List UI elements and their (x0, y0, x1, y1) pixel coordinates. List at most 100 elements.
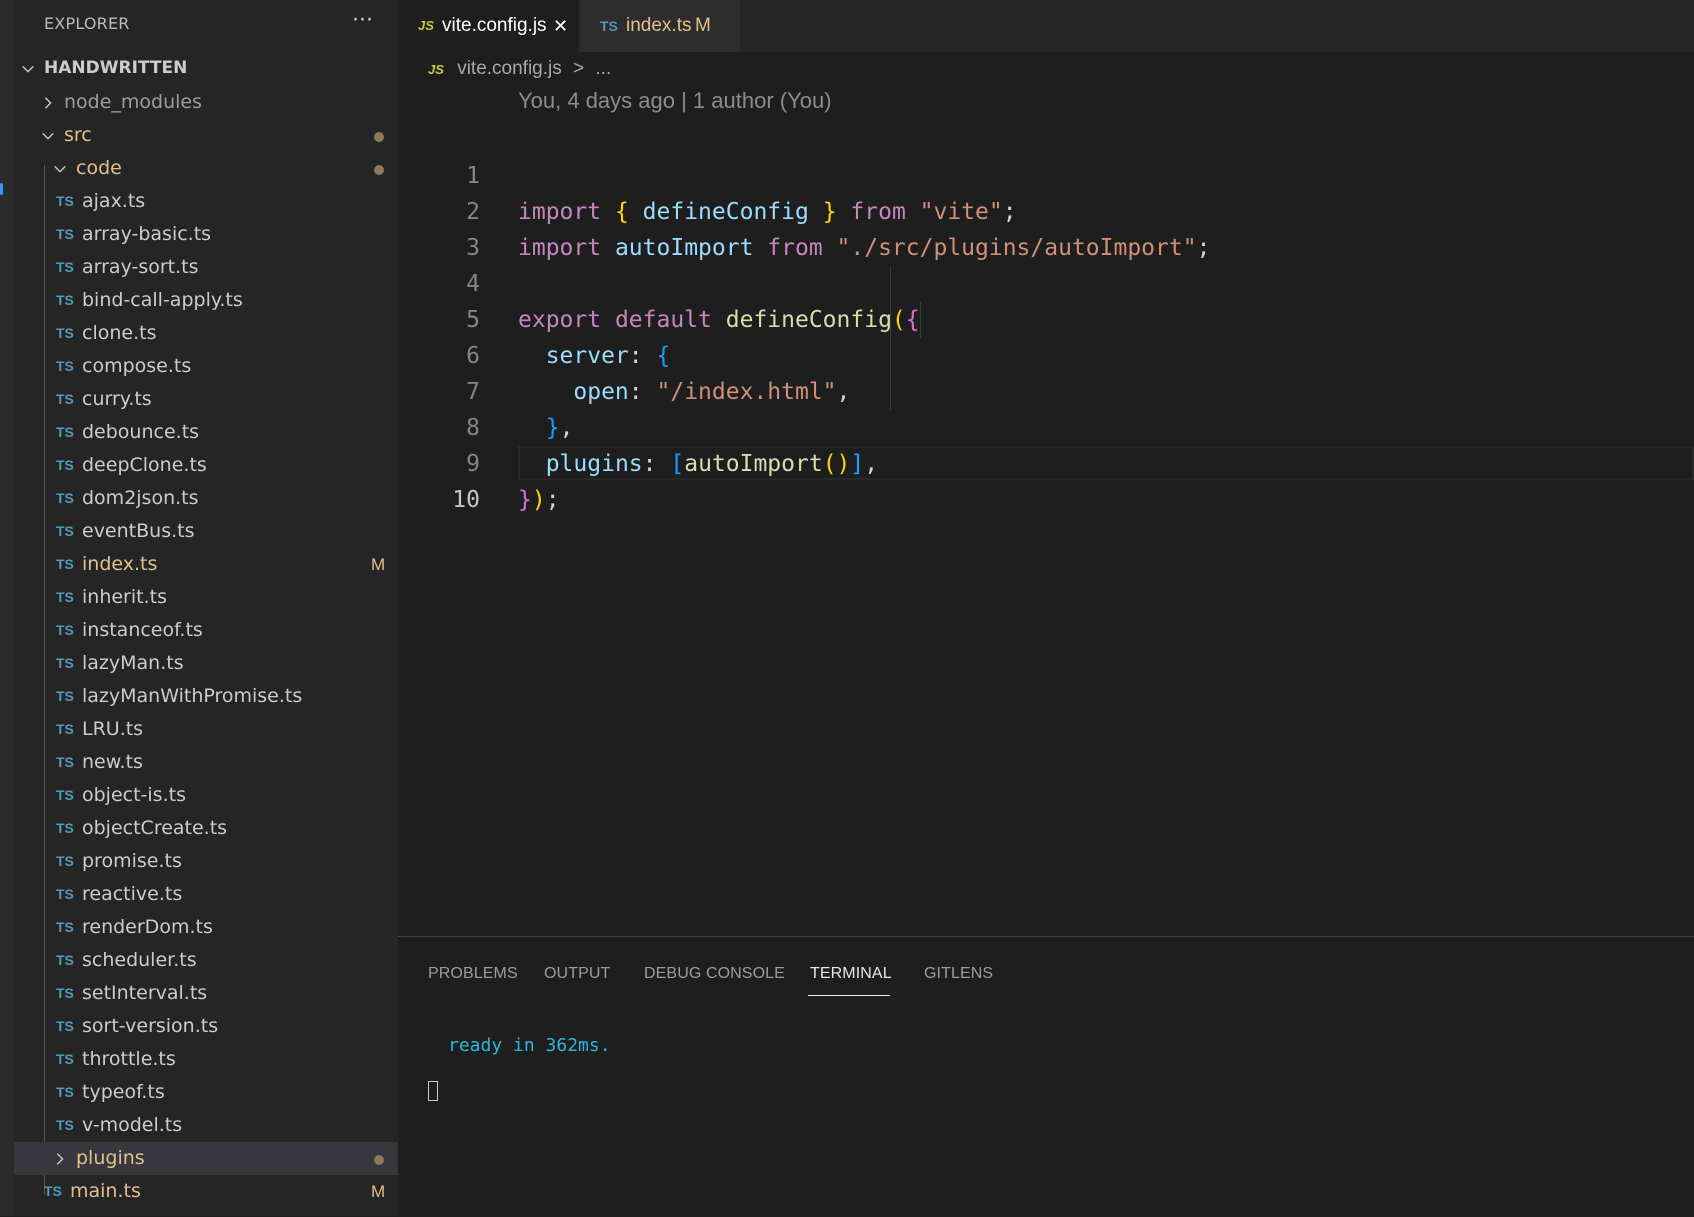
explorer-title: EXPLORER (44, 14, 130, 33)
workspace-root-label: HANDWRITTEN (44, 58, 188, 78)
breadcrumb-symbol[interactable]: ... (595, 58, 611, 79)
file-main-ts[interactable]: TS main.ts M (14, 1175, 398, 1208)
file-objectcreate-ts[interactable]: TS objectCreate.ts (14, 812, 398, 845)
tree-item-label: node_modules (64, 91, 203, 113)
file-new-ts[interactable]: TS new.ts (14, 746, 398, 779)
tab-vite-config[interactable]: JS vite.config.js ✕ (398, 0, 578, 52)
ts-file-icon: TS (56, 952, 74, 968)
tree-item-label: LRU.ts (82, 718, 144, 740)
current-line-highlight (518, 446, 1694, 480)
tab-problems[interactable]: PROBLEMS (428, 965, 518, 983)
file-compose-ts[interactable]: TS compose.ts (14, 350, 398, 383)
tab-output[interactable]: OUTPUT (544, 965, 610, 983)
explorer-sidebar: EXPLORER ··· HANDWRITTEN node_modulessrc… (0, 0, 398, 1216)
close-icon[interactable]: ✕ (553, 0, 568, 52)
modified-badge: M (695, 15, 711, 36)
ts-file-icon: TS (56, 853, 74, 869)
ts-file-icon: TS (56, 193, 74, 209)
code-line-current: 10 (398, 446, 1694, 513)
workspace-root[interactable]: HANDWRITTEN (14, 52, 398, 85)
file-renderdom-ts[interactable]: TS renderDom.ts (14, 911, 398, 944)
tab-terminal[interactable]: TERMINAL (810, 965, 892, 983)
file-sort-version-ts[interactable]: TS sort-version.ts (14, 1010, 398, 1043)
breadcrumb-file[interactable]: vite.config.js (457, 58, 562, 79)
file-v-model-ts[interactable]: TS v-model.ts (14, 1109, 398, 1142)
file-scheduler-ts[interactable]: TS scheduler.ts (14, 944, 398, 977)
tree-item-label: new.ts (82, 751, 143, 773)
file-dom2json-ts[interactable]: TS dom2json.ts (14, 482, 398, 515)
indent-guide (920, 302, 921, 338)
file-clone-ts[interactable]: TS clone.ts (14, 317, 398, 350)
tree-item-label: renderDom.ts (82, 916, 213, 938)
ts-file-icon: TS (56, 721, 74, 737)
file-lazymanwithpromise-ts[interactable]: TS lazyManWithPromise.ts (14, 680, 398, 713)
ts-file-icon: TS (56, 424, 74, 440)
file-setinterval-ts[interactable]: TS setInterval.ts (14, 977, 398, 1010)
tab-index-ts[interactable]: TS index.ts M (580, 0, 740, 52)
tree-item-label: array-basic.ts (82, 223, 212, 245)
tree-item-label: dom2json.ts (82, 487, 199, 509)
indent-guide (890, 266, 891, 410)
tree-item-label: typeof.ts (82, 1081, 165, 1103)
tree-item-label: object-is.ts (82, 784, 186, 806)
file-index-ts[interactable]: TS index.ts M (14, 548, 398, 581)
file-array-sort-ts[interactable]: TS array-sort.ts (14, 251, 398, 284)
active-indicator (0, 183, 3, 195)
tree-item-label: ajax.ts (82, 190, 146, 212)
file-bind-call-apply-ts[interactable]: TS bind-call-apply.ts (14, 284, 398, 317)
file-inherit-ts[interactable]: TS inherit.ts (14, 581, 398, 614)
file-ajax-ts[interactable]: TS ajax.ts (14, 185, 398, 218)
tree-item-label: compose.ts (82, 355, 192, 377)
ts-file-icon: TS (56, 754, 74, 770)
file-array-basic-ts[interactable]: TS array-basic.ts (14, 218, 398, 251)
ts-file-icon: TS (56, 787, 74, 803)
tree-item-label: scheduler.ts (82, 949, 197, 971)
tab-label: vite.config.js (442, 15, 547, 36)
ts-file-icon: TS (56, 688, 74, 704)
tree-item-label: index.ts (82, 553, 158, 575)
ts-file-icon: TS (56, 985, 74, 1001)
js-file-icon: JS (428, 62, 444, 77)
ts-file-icon: TS (56, 325, 74, 341)
more-actions-icon[interactable]: ··· (352, 8, 373, 33)
ts-file-icon: TS (56, 589, 74, 605)
modified-dot (374, 165, 384, 175)
tree-item-label: lazyMan.ts (82, 652, 184, 674)
js-file-icon: JS (418, 18, 434, 33)
file-throttle-ts[interactable]: TS throttle.ts (14, 1043, 398, 1076)
folder-node-modules[interactable]: node_modules (14, 86, 398, 119)
folder-code[interactable]: code (14, 152, 398, 185)
tab-gitlens[interactable]: GITLENS (924, 965, 993, 983)
ts-file-icon: TS (56, 556, 74, 572)
tree-item-label: bind-call-apply.ts (82, 289, 243, 311)
tree-item-label: v-model.ts (82, 1114, 183, 1136)
code-editor[interactable]: You, 4 days ago | 1 author (You) 1 impor… (398, 86, 1694, 936)
file-eventbus-ts[interactable]: TS eventBus.ts (14, 515, 398, 548)
ts-file-icon: TS (56, 259, 74, 275)
file-typeof-ts[interactable]: TS typeof.ts (14, 1076, 398, 1109)
tree-item-label: instanceof.ts (82, 619, 203, 641)
code-line: 1 import { defineConfig } from "vite"; (398, 122, 1694, 225)
file-debounce-ts[interactable]: TS debounce.ts (14, 416, 398, 449)
modified-badge: M (371, 1182, 386, 1201)
folder-src[interactable]: src (14, 119, 398, 152)
file-deepclone-ts[interactable]: TS deepClone.ts (14, 449, 398, 482)
code-line: 8 plugins: [autoImport()], (398, 374, 1694, 477)
codelens-blame[interactable]: You, 4 days ago | 1 author (You) (518, 88, 832, 114)
ts-file-icon: TS (56, 919, 74, 935)
file-promise-ts[interactable]: TS promise.ts (14, 845, 398, 878)
tree-item-label: inherit.ts (82, 586, 167, 608)
folder-plugins[interactable]: plugins (14, 1142, 398, 1175)
tree-item-label: eventBus.ts (82, 520, 195, 542)
code-line: 2 import autoImport from "./src/plugins/… (398, 158, 1694, 261)
ts-file-icon: TS (56, 1117, 74, 1133)
file-lru-ts[interactable]: TS LRU.ts (14, 713, 398, 746)
terminal-cursor[interactable] (428, 1081, 438, 1101)
tab-debug-console[interactable]: DEBUG CONSOLE (644, 965, 785, 983)
file-instanceof-ts[interactable]: TS instanceof.ts (14, 614, 398, 647)
file-reactive-ts[interactable]: TS reactive.ts (14, 878, 398, 911)
file-lazyman-ts[interactable]: TS lazyMan.ts (14, 647, 398, 680)
file-curry-ts[interactable]: TS curry.ts (14, 383, 398, 416)
ts-file-icon: TS (56, 622, 74, 638)
file-object-is-ts[interactable]: TS object-is.ts (14, 779, 398, 812)
